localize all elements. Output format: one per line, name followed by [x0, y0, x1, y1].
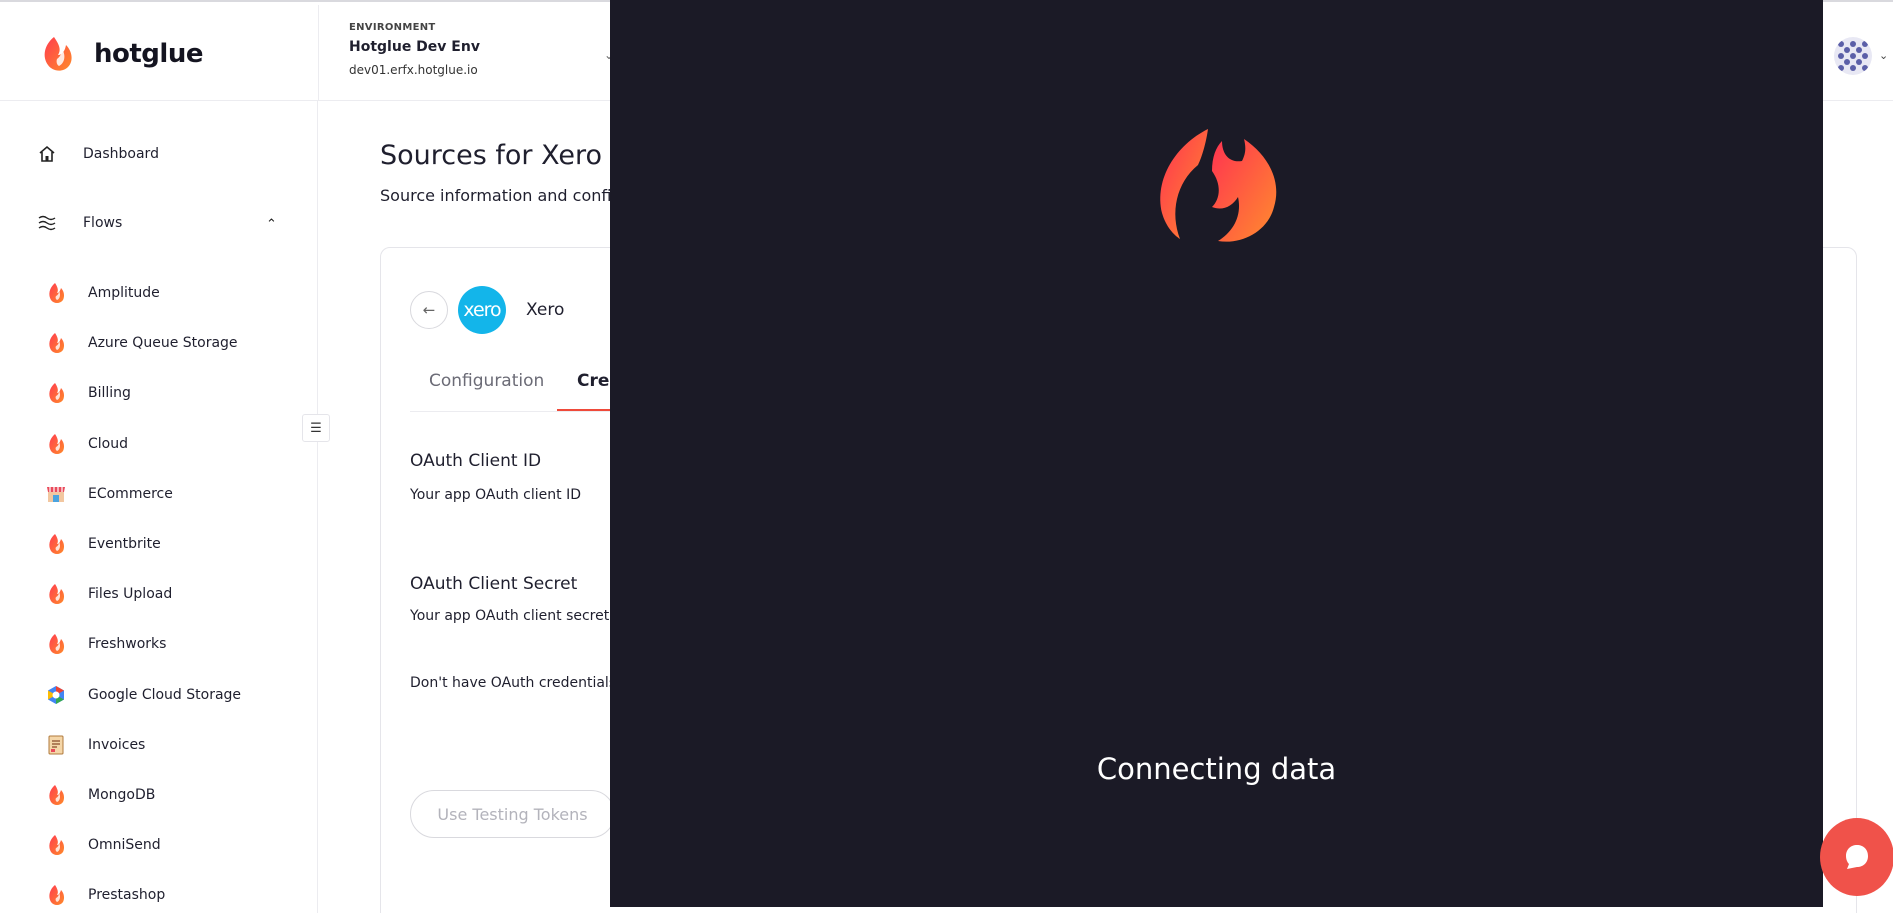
sidebar-item-flows[interactable]: Flows	[38, 215, 122, 231]
sidebar-flow-label: Cloud	[88, 435, 128, 452]
sidebar-flow-item[interactable]: OmniSend	[46, 833, 161, 857]
flame-icon	[46, 884, 66, 906]
client-secret-help: Your app OAuth client secret	[410, 608, 610, 624]
chat-bubble-icon	[1846, 845, 1868, 869]
environment-selector[interactable]: ENVIRONMENT Hotglue Dev Env dev01.erfx.h…	[318, 5, 480, 101]
tab-configuration[interactable]: Configuration	[429, 371, 544, 391]
sidebar-flow-label: Azure Queue Storage	[88, 335, 238, 352]
sidebar-flow-label: OmniSend	[88, 837, 161, 854]
back-button[interactable]: ←	[410, 291, 448, 329]
brand-name: hotglue	[94, 39, 203, 69]
sidebar-flow-item[interactable]: Amplitude	[46, 281, 160, 305]
flame-icon	[46, 583, 66, 605]
sidebar-flow-label: Amplitude	[88, 285, 160, 301]
sidebar-item-dashboard[interactable]: Dashboard	[38, 145, 159, 163]
user-avatar-icon	[1834, 37, 1872, 75]
loading-message: Connecting data	[1096, 752, 1337, 786]
sidebar-flow-label: ECommerce	[88, 485, 173, 502]
environment-name: Hotglue Dev Env	[349, 39, 480, 55]
environment-url: dev01.erfx.hotglue.io	[349, 63, 478, 77]
flows-icon	[38, 215, 56, 231]
chevron-up-icon[interactable]: ⌃	[266, 217, 277, 232]
avatar[interactable]	[1834, 37, 1872, 75]
environment-label: ENVIRONMENT	[349, 22, 436, 33]
collapse-sidebar-button[interactable]: ☰	[302, 414, 330, 442]
brand-logo[interactable]: hotglue	[40, 35, 203, 73]
no-credentials-text: Don't have OAuth credentials? P	[410, 675, 637, 691]
invoice-icon	[46, 734, 66, 756]
sidebar: Dashboard Flows ⌃ Amplitude Azure Queue S…	[0, 101, 318, 913]
client-id-label: OAuth Client ID	[410, 451, 542, 471]
flame-icon	[46, 332, 66, 354]
xero-logo: xero	[458, 286, 506, 334]
sidebar-flow-item[interactable]: Files Upload	[46, 582, 172, 606]
sidebar-flow-item[interactable]: ECommerce	[46, 482, 173, 506]
hotglue-flame-icon	[1160, 129, 1277, 242]
sidebar-flow-item[interactable]: Invoices	[46, 733, 145, 757]
arrow-left-icon: ←	[422, 301, 436, 319]
chevron-down-icon[interactable]: ⌄	[1879, 49, 1888, 62]
client-secret-label: OAuth Client Secret	[410, 574, 578, 594]
sidebar-flow-item[interactable]: Eventbrite	[46, 532, 161, 556]
sidebar-flow-item[interactable]: Google Cloud Storage	[46, 683, 241, 707]
page-subtitle: Source information and configu	[380, 186, 632, 205]
sidebar-flow-item[interactable]: Cloud	[46, 432, 128, 456]
source-name: Xero	[526, 300, 565, 320]
sidebar-item-label: Dashboard	[83, 146, 159, 162]
sidebar-flow-item[interactable]: MongoDB	[46, 783, 155, 807]
flame-icon	[46, 834, 66, 856]
sidebar-item-label: Flows	[83, 215, 123, 231]
flame-icon	[46, 784, 66, 806]
page-title: Sources for Xero	[380, 140, 603, 171]
sidebar-flow-item[interactable]: Prestashop	[46, 883, 165, 907]
use-testing-tokens-button[interactable]: Use Testing Tokens	[410, 790, 615, 838]
collapse-menu-icon: ☰	[310, 420, 322, 436]
gcs-icon	[46, 684, 66, 706]
chat-launcher-button[interactable]	[1820, 818, 1893, 896]
sidebar-flow-label: Google Cloud Storage	[88, 686, 242, 703]
tab-divider	[410, 411, 610, 412]
flame-icon	[46, 282, 66, 304]
xero-logo-text: xero	[463, 299, 501, 321]
sidebar-flow-item[interactable]: Billing	[46, 381, 131, 405]
storefront-icon	[46, 483, 66, 505]
sidebar-flow-label: Freshworks	[88, 636, 167, 653]
sidebar-flow-label: Files Upload	[88, 586, 173, 603]
flame-icon	[46, 433, 66, 455]
flame-icon	[46, 533, 66, 555]
active-tab-indicator	[557, 409, 617, 411]
sidebar-flow-label: Eventbrite	[88, 536, 161, 552]
flame-icon	[46, 633, 66, 655]
hotglue-flame-icon	[44, 37, 72, 71]
sidebar-flow-label: Billing	[88, 385, 131, 402]
flame-icon	[46, 382, 66, 404]
home-icon	[39, 145, 55, 162]
sidebar-flow-label: Invoices	[88, 736, 146, 753]
client-id-help: Your app OAuth client ID	[410, 487, 581, 503]
sidebar-flow-label: Prestashop	[88, 887, 166, 904]
sidebar-flow-item[interactable]: Freshworks	[46, 632, 166, 656]
sidebar-flow-item[interactable]: Azure Queue Storage	[46, 331, 238, 355]
sidebar-flow-label: MongoDB	[88, 787, 156, 803]
